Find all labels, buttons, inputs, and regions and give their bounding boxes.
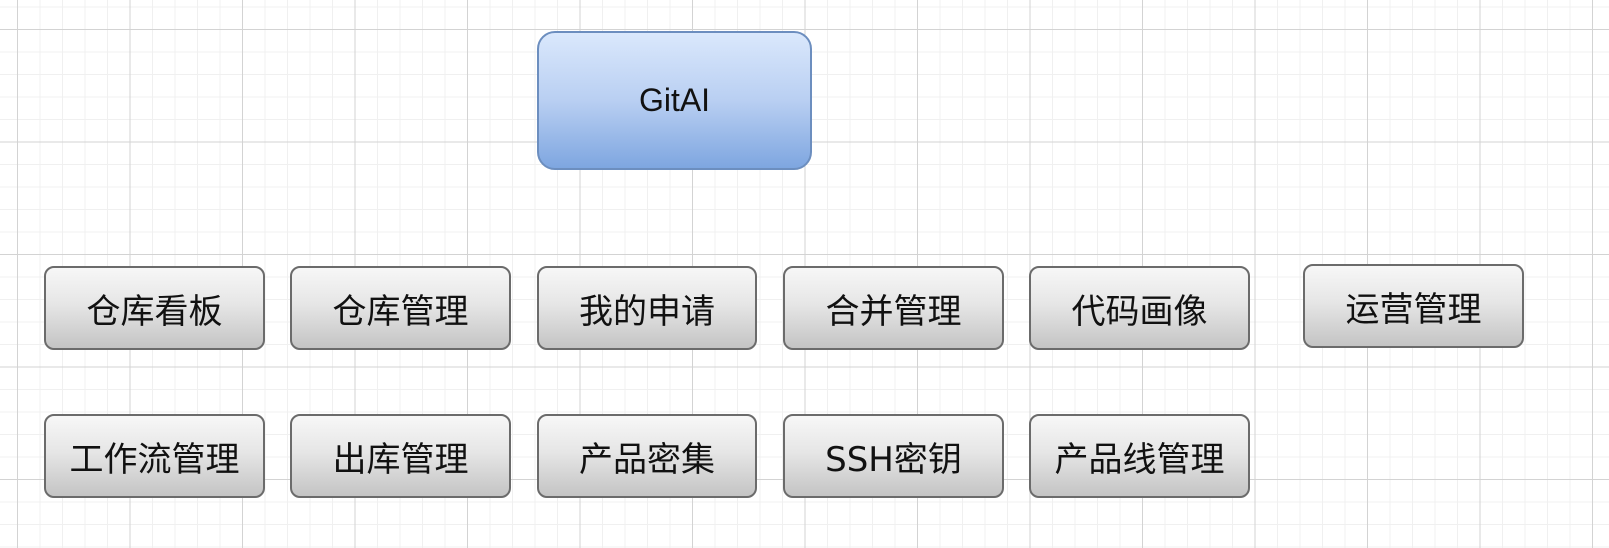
node-label: 我的申请 xyxy=(579,291,715,332)
node-code-profile[interactable]: 代码画像 xyxy=(1029,266,1250,350)
node-my-requests[interactable]: 我的申请 xyxy=(537,266,757,350)
diagram-canvas: GitAI 仓库看板 仓库管理 我的申请 合并管理 代码画像 运营管理 工作流管… xyxy=(0,0,1609,548)
node-merge-management[interactable]: 合并管理 xyxy=(783,266,1004,350)
node-repo-management[interactable]: 仓库管理 xyxy=(290,266,511,350)
root-node-gitai[interactable]: GitAI xyxy=(537,31,812,170)
root-node-label: GitAI xyxy=(638,82,711,118)
node-label: 产品线管理 xyxy=(1054,439,1225,480)
node-label: 仓库管理 xyxy=(332,291,469,332)
node-product-dense[interactable]: 产品密集 xyxy=(537,414,757,498)
node-label: 工作流管理 xyxy=(69,439,240,480)
node-outbound-management[interactable]: 出库管理 xyxy=(290,414,511,498)
node-label: 出库管理 xyxy=(332,439,469,480)
node-label: 仓库看板 xyxy=(86,291,223,332)
node-label: 代码画像 xyxy=(1071,291,1208,332)
node-label: 合并管理 xyxy=(825,291,962,332)
node-repo-dashboard[interactable]: 仓库看板 xyxy=(44,266,265,350)
node-label: 产品密集 xyxy=(579,439,715,480)
node-ssh-keys[interactable]: SSH密钥 xyxy=(783,414,1004,498)
node-label: 运营管理 xyxy=(1345,289,1482,330)
node-operations-management[interactable]: 运营管理 xyxy=(1303,264,1524,348)
node-workflow-management[interactable]: 工作流管理 xyxy=(44,414,265,498)
node-label: SSH密钥 xyxy=(825,439,962,480)
node-product-line-management[interactable]: 产品线管理 xyxy=(1029,414,1250,498)
